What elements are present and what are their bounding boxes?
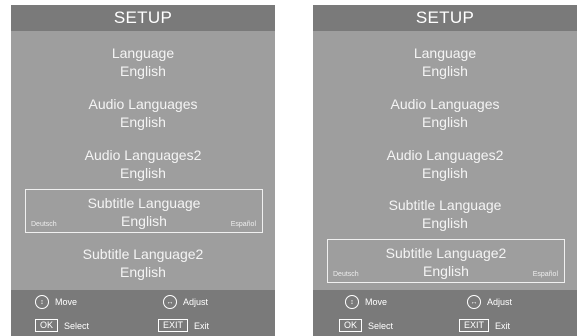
up-down-arrows-icon: ↕ <box>35 295 49 309</box>
option-next[interactable]: Español <box>533 271 558 278</box>
menu-item-label: Subtitle Language2 <box>385 245 507 261</box>
menu-item-subtitle-language2-selected[interactable]: Subtitle Language2 English Deutsch Españ… <box>327 239 565 283</box>
select-label: Select <box>64 320 90 331</box>
menu-item-value: English <box>422 165 468 181</box>
ok-key[interactable]: OK <box>339 319 363 332</box>
menu-item-label: Subtitle Language <box>388 197 502 213</box>
select-hint: OK Select <box>35 319 89 332</box>
option-prev[interactable]: Deutsch <box>31 221 57 228</box>
adjust-label: Adjust <box>487 297 513 307</box>
menu-item-value: English <box>120 63 166 79</box>
ok-key[interactable]: OK <box>35 319 59 332</box>
exit-hint: EXIT Exit <box>459 319 510 332</box>
menu-item-label: Audio Languages2 <box>84 147 202 163</box>
menu-item-language[interactable]: Language English <box>11 42 275 86</box>
menu-item-value: English <box>121 213 167 229</box>
adjust-label: Adjust <box>183 297 209 307</box>
menu-item-subtitle-language2[interactable]: Subtitle Language2 English <box>11 243 275 287</box>
menu-title: SETUP <box>313 5 577 31</box>
move-hint: ↕ Move <box>35 295 77 309</box>
menu-item-label: Audio Languages <box>390 96 500 112</box>
menu-item-label: Audio Languages <box>88 96 198 112</box>
menu-item-value: English <box>422 63 468 79</box>
menu-item-label: Subtitle Language2 <box>82 246 204 262</box>
left-right-arrows-icon: ↔ <box>163 295 177 309</box>
menu-item-subtitle-language-selected[interactable]: Subtitle Language English Deutsch Españo… <box>25 189 263 233</box>
menu-item-value: English <box>120 114 166 130</box>
exit-label: Exit <box>495 320 511 331</box>
menu-item-audio-languages2[interactable]: Audio Languages2 English <box>11 144 275 188</box>
up-down-arrows-icon: ↕ <box>345 295 359 309</box>
select-hint: OK Select <box>339 319 393 332</box>
exit-key[interactable]: EXIT <box>158 319 189 332</box>
adjust-hint: ↔ Adjust <box>467 295 512 309</box>
option-next[interactable]: Español <box>231 221 256 228</box>
help-bar: ↕ Move ↔ Adjust OK Select EXIT Exit <box>313 290 577 336</box>
menu-title: SETUP <box>11 5 275 31</box>
menu-item-value: English <box>120 264 166 280</box>
menu-item-audio-languages2[interactable]: Audio Languages2 English <box>313 144 577 188</box>
menu-item-label: Subtitle Language <box>87 195 201 211</box>
exit-key[interactable]: EXIT <box>459 319 490 332</box>
adjust-hint: ↔ Adjust <box>163 295 208 309</box>
menu-item-label: Language <box>413 45 477 61</box>
menu-item-audio-languages[interactable]: Audio Languages English <box>313 93 577 137</box>
select-label: Select <box>368 320 394 331</box>
setup-menu-panel-right: SETUP Language English Audio Languages E… <box>313 5 577 336</box>
menu-item-value: English <box>422 215 468 231</box>
left-right-arrows-icon: ↔ <box>467 295 481 309</box>
exit-hint: EXIT Exit <box>158 319 209 332</box>
menu-item-label: Audio Languages2 <box>386 147 504 163</box>
option-prev[interactable]: Deutsch <box>333 271 359 278</box>
move-label: Move <box>365 297 388 307</box>
menu-item-subtitle-language[interactable]: Subtitle Language English <box>313 194 577 238</box>
setup-menu-panel-left: SETUP Language English Audio Languages E… <box>11 5 275 336</box>
menu-item-audio-languages[interactable]: Audio Languages English <box>11 93 275 137</box>
menu-item-value: English <box>120 165 166 181</box>
move-label: Move <box>55 297 78 307</box>
menu-item-value: English <box>422 114 468 130</box>
move-hint: ↕ Move <box>345 295 387 309</box>
menu-item-label: Language <box>111 45 175 61</box>
menu-item-language[interactable]: Language English <box>313 42 577 86</box>
menu-item-value: English <box>423 263 469 279</box>
exit-label: Exit <box>194 320 210 331</box>
help-bar: ↕ Move ↔ Adjust OK Select EXIT Exit <box>11 290 275 336</box>
